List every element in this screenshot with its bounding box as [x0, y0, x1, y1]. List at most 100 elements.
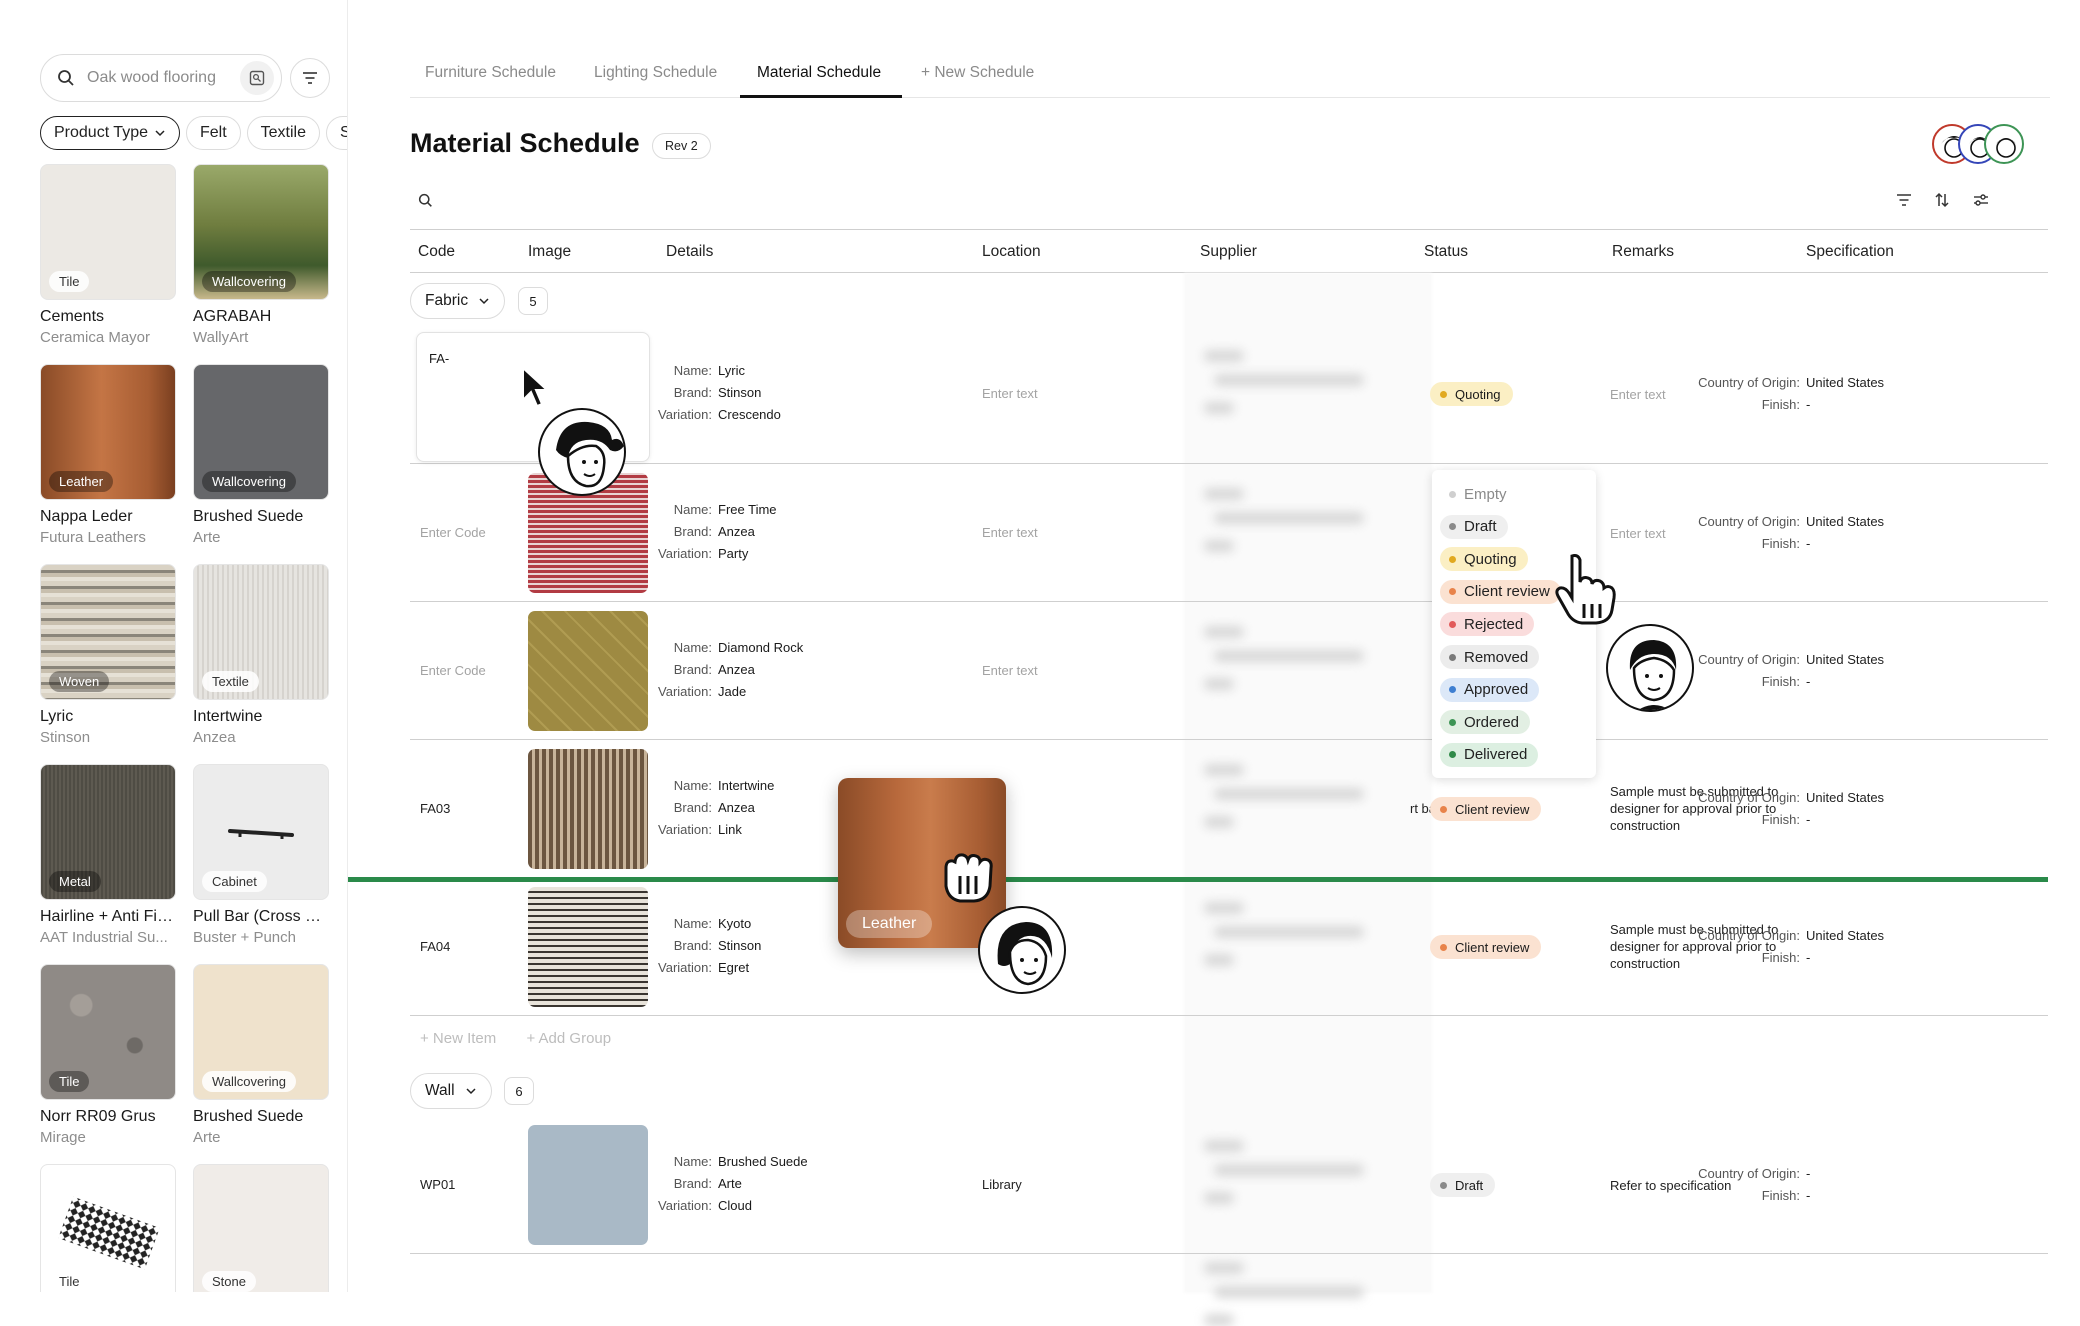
sort-button[interactable] [1934, 192, 1950, 213]
library-card[interactable]: Tile Cements Ceramica Mayor [40, 164, 178, 346]
table-row[interactable]: WP01 Name: Brushed Suede Brand: Arte Variatio… [410, 1116, 2048, 1254]
item-code[interactable]: WP01 [420, 1177, 455, 1192]
col-location[interactable]: Location [982, 243, 1041, 261]
col-code[interactable]: Code [418, 243, 455, 261]
table-row[interactable]: FA03 Name: Intertwine Brand: Anzea Variation:… [410, 740, 2048, 878]
item-code[interactable]: FA04 [420, 939, 450, 954]
code-input[interactable]: FA- [429, 351, 449, 366]
tab-new-schedule[interactable]: + New Schedule [921, 64, 1034, 82]
detail-value[interactable]: Anzea [718, 800, 755, 815]
detail-value[interactable]: Lyric [718, 363, 745, 378]
more-chip[interactable]: S [326, 116, 347, 150]
group-fabric[interactable]: Fabric [410, 283, 506, 319]
library-card[interactable]: Tile [40, 1164, 178, 1292]
status-option[interactable]: Empty [1440, 482, 1518, 506]
specification-field[interactable]: Country of Origin: United States Finish: - [1680, 511, 1884, 555]
detail-value[interactable]: Crescendo [718, 407, 781, 422]
material-image[interactable] [528, 749, 648, 869]
detail-value[interactable]: Stinson [718, 938, 761, 953]
specification-field[interactable]: Country of Origin: United States Finish: - [1680, 649, 1884, 693]
col-specification[interactable]: Specification [1806, 243, 1894, 261]
detail-value[interactable]: Diamond Rock [718, 640, 803, 655]
detail-value[interactable]: Link [718, 822, 742, 837]
library-card[interactable]: Wallcovering Brushed Suede Arte [193, 964, 331, 1146]
tab-furniture-schedule[interactable]: Furniture Schedule [425, 64, 556, 82]
status-option[interactable]: Delivered [1440, 742, 1539, 767]
detail-value[interactable]: Brushed Suede [718, 1154, 808, 1169]
status-option[interactable]: Rejected [1440, 612, 1535, 637]
item-code[interactable]: FA03 [420, 801, 450, 816]
status-option[interactable]: Approved [1440, 677, 1540, 702]
status-option[interactable]: Ordered [1440, 710, 1531, 735]
material-image[interactable] [528, 1125, 648, 1245]
add-group-button[interactable]: + Add Group [526, 1030, 611, 1047]
material-image[interactable] [528, 887, 648, 1007]
location-field[interactable]: Enter text [982, 386, 1038, 401]
location-field[interactable]: Enter text [982, 663, 1038, 678]
library-card[interactable]: Metal Hairline + Anti Fin... AAT Industria… [40, 764, 178, 946]
new-item-button[interactable]: + New Item [420, 1030, 496, 1047]
detail-value[interactable]: Free Time [718, 502, 777, 517]
table-search-button[interactable] [418, 193, 433, 213]
felt-chip[interactable]: Felt [185, 116, 241, 150]
status-pill[interactable]: Client review [1430, 935, 1542, 959]
status-pill[interactable]: Draft [1430, 1173, 1496, 1197]
col-remarks[interactable]: Remarks [1612, 243, 1674, 261]
filter-button[interactable] [290, 58, 330, 98]
status-pill[interactable]: Quoting [1430, 382, 1513, 406]
col-details[interactable]: Details [666, 243, 713, 261]
detail-value[interactable]: Arte [718, 1176, 742, 1191]
detail-value[interactable]: Party [718, 546, 748, 561]
filter-button[interactable] [1896, 193, 1912, 212]
library-card[interactable]: Tile Norr RR09 Grus Mirage [40, 964, 178, 1146]
item-code[interactable]: Enter Code [420, 663, 486, 678]
tab-lighting-schedule[interactable]: Lighting Schedule [594, 64, 717, 82]
table-row[interactable]: Enter Code Name: Diamond Rock Brand: Anzea Va… [410, 602, 2048, 740]
tab-material-schedule[interactable]: Material Schedule [757, 64, 881, 82]
library-card[interactable]: Woven Lyric Stinson [40, 564, 178, 746]
detail-value[interactable]: Anzea [718, 524, 755, 539]
col-image[interactable]: Image [528, 243, 571, 261]
detail-value[interactable]: Egret [718, 960, 749, 975]
textile-chip[interactable]: Textile [246, 116, 321, 150]
status-option[interactable]: Removed [1440, 645, 1540, 669]
library-card[interactable]: Leather Nappa Leder Futura Leathers [40, 364, 178, 546]
status-pill[interactable]: Client review [1430, 797, 1542, 821]
library-search[interactable]: Oak wood flooring [40, 54, 282, 102]
avatar[interactable] [1984, 124, 2024, 164]
specification-field[interactable]: Country of Origin: United States Finish: - [1680, 925, 1884, 969]
col-supplier[interactable]: Supplier [1200, 243, 1257, 261]
status-option[interactable]: Quoting [1440, 547, 1528, 572]
specification-field[interactable]: Country of Origin: United States Finish: - [1680, 372, 1884, 416]
collaborator-avatars[interactable] [1932, 124, 2024, 166]
search-input[interactable]: Oak wood flooring [87, 69, 240, 87]
table-row[interactable]: Name: Lyric Brand: Stinson Variation: Crescen… [410, 324, 2048, 464]
detail-value[interactable]: Cloud [718, 1198, 752, 1213]
library-card[interactable]: Textile Intertwine Anzea [193, 564, 331, 746]
specification-field[interactable]: Country of Origin: - Finish: - [1680, 1163, 1810, 1207]
status-option[interactable]: Draft [1440, 514, 1508, 539]
table-row[interactable]: Enter Code Name: Free Time Brand: Anzea Varia… [410, 464, 2048, 602]
material-image[interactable] [528, 611, 648, 731]
detail-value[interactable]: Stinson [718, 385, 761, 400]
image-search-button[interactable] [240, 61, 274, 95]
group-wall[interactable]: Wall [410, 1073, 492, 1109]
library-card[interactable]: Wallcovering AGRABAH WallyArt [193, 164, 331, 346]
detail-value[interactable]: Kyoto [718, 916, 751, 931]
library-card[interactable]: Cabinet Pull Bar (Cross Bl... Buster + Pun… [193, 764, 331, 946]
detail-value[interactable]: Anzea [718, 662, 755, 677]
col-status[interactable]: Status [1424, 243, 1468, 261]
table-row[interactable]: FA04 Name: Kyoto Brand: Stinson Variation: Egr… [410, 878, 2048, 1016]
library-card[interactable]: Stone [193, 1164, 331, 1292]
specification-field[interactable]: Country of Origin: United States Finish: - [1680, 787, 1884, 831]
revision-badge[interactable]: Rev 2 [652, 133, 711, 159]
product-type-chip[interactable]: Product Type [40, 116, 180, 150]
status-option[interactable]: Client review [1440, 579, 1561, 604]
location-field[interactable]: Enter text [982, 525, 1038, 540]
detail-value[interactable]: Intertwine [718, 778, 774, 793]
item-code[interactable]: Enter Code [420, 525, 486, 540]
detail-value[interactable]: Jade [718, 684, 746, 699]
library-card[interactable]: Wallcovering Brushed Suede Arte [193, 364, 331, 546]
settings-button[interactable] [1973, 193, 1989, 212]
location-field[interactable]: Library [982, 1177, 1022, 1192]
